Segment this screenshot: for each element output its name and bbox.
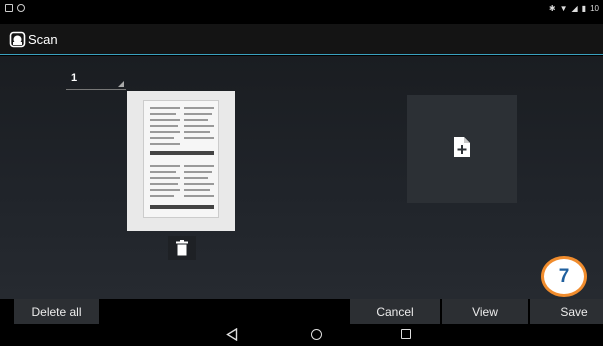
back-icon[interactable] [226,328,238,341]
home-icon[interactable] [311,329,322,340]
bluetooth-icon: ✱ [548,3,556,13]
document-preview [143,100,219,218]
scan-pages-area: 1 [0,56,603,299]
app-notification-icon [17,4,25,12]
status-bar: ✱ ▼ ◢ ▮ 10 [0,0,603,24]
add-page-card[interactable] [407,95,517,203]
page-number-spinner[interactable]: 1 [66,70,126,90]
gallery-notification-icon [5,4,13,12]
action-bar: Scan [0,24,603,55]
wifi-icon: ▼ [559,3,568,13]
scanner-app-icon[interactable] [9,31,26,48]
navigation-bar [0,324,603,346]
cancel-button[interactable]: Cancel [350,299,440,324]
delete-all-button[interactable]: Delete all [14,299,99,324]
clock-text: 10 [590,4,599,13]
recent-apps-icon[interactable] [401,329,411,339]
scanned-page-thumbnail[interactable] [127,91,235,231]
status-left-icons [5,4,25,12]
signal-icon: ◢ [571,3,578,13]
page-number: 1 [71,72,78,84]
status-right-icons: ✱ ▼ ◢ ▮ 10 [549,4,599,13]
battery-icon: ▮ [581,3,587,13]
delete-page-button[interactable] [168,236,196,260]
step-number-badge: 7 [541,256,587,297]
view-button[interactable]: View [442,299,528,324]
trash-icon [176,240,188,256]
app-title: Scan [28,32,58,47]
add-document-icon [454,137,470,157]
spinner-corner-icon [118,81,124,87]
bottom-button-bar: Delete all Cancel View Save [0,299,603,324]
save-button[interactable]: Save [530,299,603,324]
